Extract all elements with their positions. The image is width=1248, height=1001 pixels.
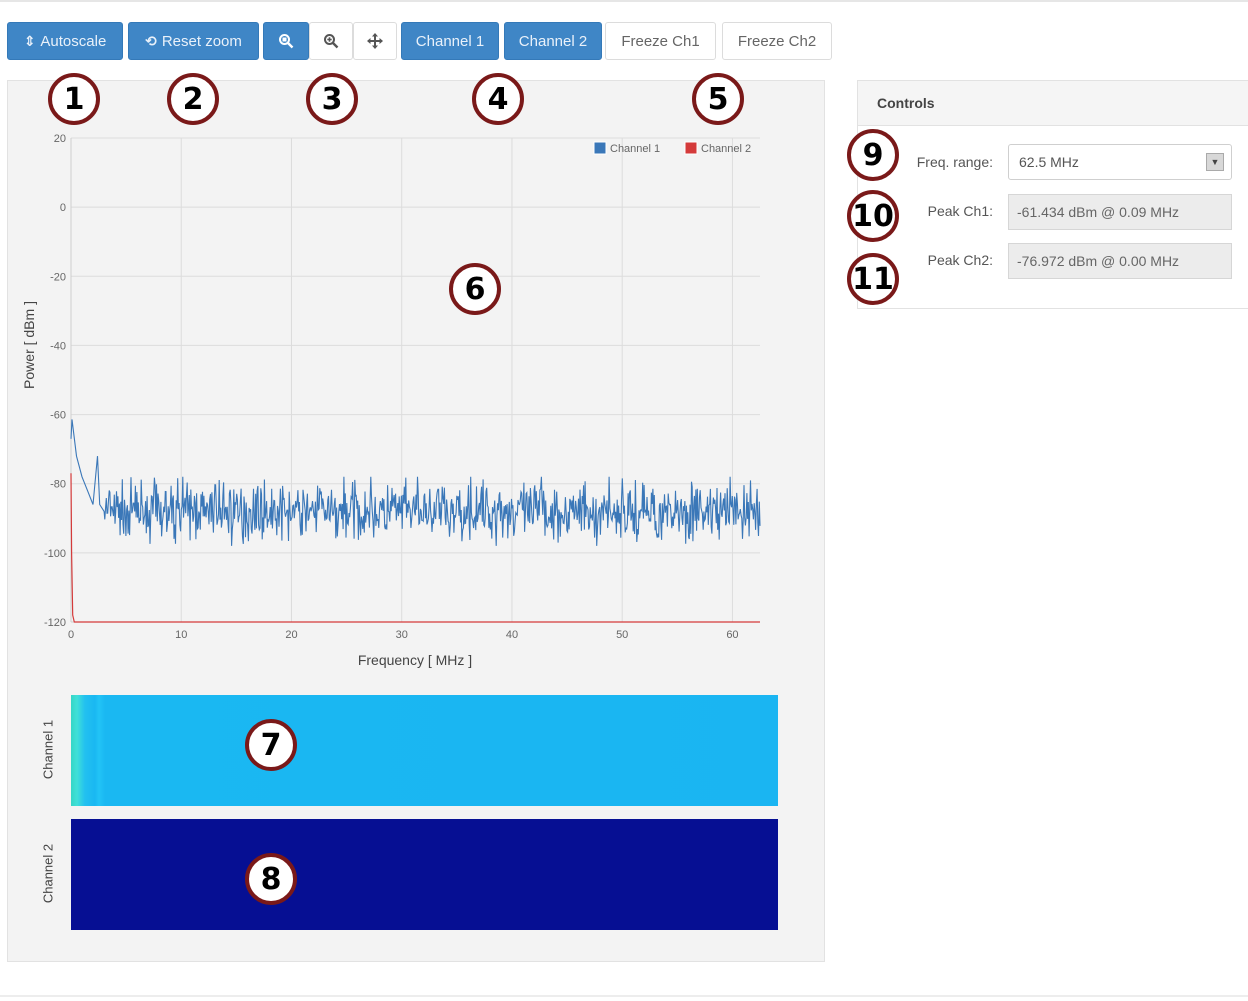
controls-panel: Controls Freq. range: 62.5 MHz ▼ Peak Ch… (857, 80, 1248, 309)
waterfall-channel2[interactable] (71, 819, 778, 930)
x-tick-label: 20 (285, 629, 297, 641)
legend-label: Channel 2 (701, 143, 751, 155)
y-tick-label: -60 (50, 410, 66, 422)
legend-swatch (684, 141, 698, 155)
x-tick-label: 0 (68, 629, 74, 641)
legend-swatch (593, 141, 607, 155)
controls-title: Controls (858, 81, 1248, 126)
waterfall-channel1[interactable] (71, 695, 778, 806)
waterfall-channel2-label: Channel 2 (40, 843, 56, 904)
y-tick-label: -80 (50, 479, 66, 491)
x-tick-label: 30 (396, 629, 408, 641)
annotation-marker-10: 10 (847, 190, 899, 242)
y-tick-label: -40 (50, 340, 66, 352)
x-axis-label: Frequency [ MHz ] (358, 652, 472, 668)
chart-grid (70, 137, 760, 623)
annotation-marker-2: 2 (167, 73, 219, 125)
y-tick-label: 20 (54, 133, 66, 145)
freq-range-select[interactable]: 62.5 MHz ▼ (1008, 144, 1232, 180)
annotation-marker-4: 4 (472, 73, 524, 125)
annotation-marker-1: 1 (48, 73, 100, 125)
y-axis-label: Power [ dBm ] (21, 301, 37, 389)
waterfall-channel1-label: Channel 1 (40, 719, 56, 780)
y-tick-label: -20 (50, 271, 66, 283)
annotation-marker-6: 6 (449, 263, 501, 315)
plot-area (71, 138, 760, 622)
annotation-marker-7: 7 (245, 719, 297, 771)
legend-label: Channel 1 (610, 143, 660, 155)
annotation-marker-9: 9 (847, 129, 899, 181)
y-tick-label: 0 (60, 202, 66, 214)
peak-ch2-output: -76.972 dBm @ 0.00 MHz (1008, 243, 1232, 279)
annotation-marker-11: 11 (847, 253, 899, 305)
dropdown-arrow-icon[interactable]: ▼ (1206, 153, 1224, 171)
peak-ch1-output: -61.434 dBm @ 0.09 MHz (1008, 194, 1232, 230)
annotation-marker-5: 5 (692, 73, 744, 125)
freq-range-value: 62.5 MHz (1019, 154, 1079, 170)
x-tick-label: 40 (506, 629, 518, 641)
bottom-border (0, 995, 1248, 997)
y-tick-label: -120 (44, 617, 66, 629)
y-tick-label: -100 (44, 548, 66, 560)
x-tick-label: 50 (616, 629, 628, 641)
annotation-marker-8: 8 (245, 853, 297, 905)
x-tick-label: 60 (726, 629, 738, 641)
annotation-marker-3: 3 (306, 73, 358, 125)
x-tick-label: 10 (175, 629, 187, 641)
